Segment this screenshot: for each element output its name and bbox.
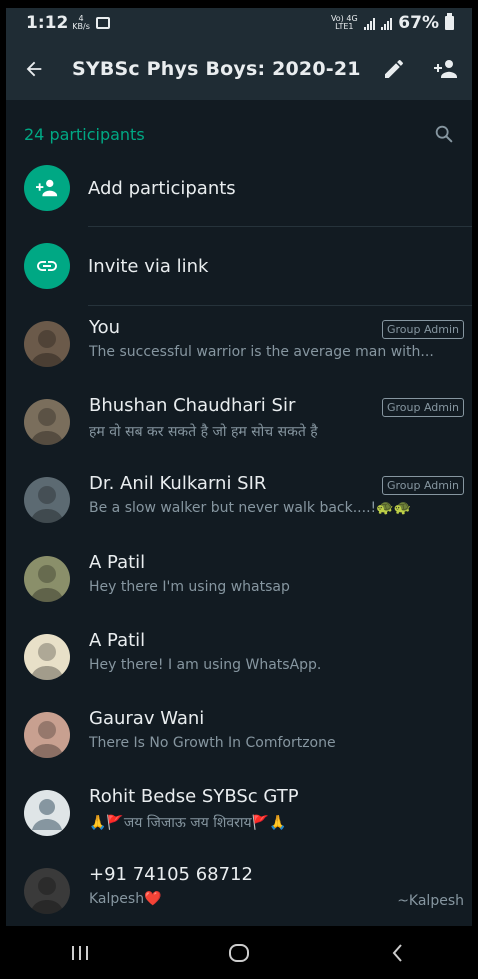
group-admin-badge: Group Admin — [381, 320, 464, 339]
group-info-content: 24 participants Add participants Invite … — [6, 100, 472, 926]
group-admin-badge: Group Admin — [381, 398, 464, 418]
member-status: हम वो सब कर सकते है जो हम सोच सकते है — [89, 424, 318, 441]
add-participants-row[interactable]: Add participants — [6, 152, 472, 224]
add-participants-label: Add participants — [88, 177, 236, 199]
status-bar: 1:12 4 KB/s Vo) 4G LTE1 67% — [6, 8, 472, 38]
avatar[interactable] — [24, 399, 70, 446]
network-type: Vo) 4G LTE1 — [330, 14, 358, 31]
signal-icon-2 — [381, 16, 393, 30]
member-status: The successful warrior is the average ma… — [89, 344, 434, 360]
member-name: Rohit Bedse SYBSc GTP — [89, 786, 299, 808]
right-frame — [472, 0, 478, 979]
avatar[interactable] — [24, 868, 70, 915]
member-pushname: ~Kalpesh — [397, 893, 464, 910]
member-name: Dr. Anil Kulkarni SIR — [89, 473, 267, 495]
battery-percent: 67% — [398, 13, 439, 33]
member-name: A Patil — [89, 551, 146, 573]
group-title[interactable]: SYBSc Phys Boys: 2020-21 — [72, 58, 361, 80]
battery-icon — [445, 13, 454, 30]
participants-header: 24 participants — [6, 116, 472, 152]
top-frame — [0, 0, 478, 8]
search-icon[interactable] — [424, 116, 464, 152]
avatar[interactable] — [24, 633, 70, 680]
member-name: Gaurav Wani — [89, 708, 205, 729]
member-status: Kalpesh❤️ — [89, 891, 162, 908]
member-row[interactable]: Rohit Bedse SYBSc GTP 🙏🚩जय जिजाऊ जय शिवरा… — [6, 777, 472, 855]
member-row[interactable]: You The successful warrior is the average… — [6, 308, 472, 386]
member-row[interactable]: Dr. Anil Kulkarni SIR Be a slow walker bu… — [6, 464, 472, 542]
back-icon[interactable] — [368, 933, 428, 973]
member-row[interactable]: +91 74105 68712 Kalpesh❤️ ~Kalpesh — [6, 855, 472, 926]
link-icon — [24, 243, 70, 289]
member-name: A Patil — [89, 629, 146, 651]
avatar[interactable] — [24, 477, 70, 524]
system-nav-bar — [0, 926, 478, 979]
recent-apps-icon[interactable] — [50, 933, 110, 973]
speed-unit: KB/s — [72, 22, 90, 31]
member-status: 🙏🚩जय जिजाऊ जय शिवराय🚩🙏 — [89, 815, 287, 832]
edit-pencil-icon[interactable] — [368, 38, 420, 100]
invite-link-row[interactable]: Invite via link — [6, 230, 472, 302]
default-avatar-icon[interactable] — [24, 790, 70, 837]
status-time: 1:12 — [26, 13, 69, 33]
network-speed: 4 KB/s — [72, 15, 90, 31]
group-admin-badge: Group Admin — [381, 476, 464, 496]
avatar[interactable] — [24, 712, 70, 758]
member-status: Be a slow walker but never walk back....… — [89, 500, 412, 517]
app-bar: SYBSc Phys Boys: 2020-21 — [6, 38, 472, 100]
member-name: You — [89, 317, 121, 338]
avatar[interactable] — [24, 321, 70, 367]
member-status: Hey there! I am using WhatsApp. — [89, 656, 322, 673]
avatar[interactable] — [24, 555, 70, 602]
member-name: Bhushan Chaudhari Sir — [89, 395, 296, 417]
member-name: +91 74105 68712 — [89, 864, 253, 886]
left-frame — [0, 0, 6, 979]
divider — [88, 226, 472, 227]
member-status: Hey there I'm using whatsap — [89, 578, 290, 595]
participants-count: 24 participants — [24, 124, 145, 144]
member-row[interactable]: Gaurav Wani There Is No Growth In Comfort… — [6, 699, 472, 777]
back-arrow-icon[interactable] — [6, 38, 62, 100]
member-status: There Is No Growth In Comfortzone — [89, 735, 336, 751]
member-row[interactable]: A Patil Hey there I'm using whatsap — [6, 543, 472, 621]
add-participant-icon — [24, 165, 70, 211]
add-person-icon[interactable] — [420, 38, 472, 100]
invite-link-label: Invite via link — [88, 255, 209, 277]
member-row[interactable]: Bhushan Chaudhari Sir हम वो सब कर सकते है… — [6, 386, 472, 464]
image-notification-icon — [95, 17, 110, 29]
home-icon[interactable] — [209, 933, 269, 973]
signal-icon — [364, 16, 376, 30]
divider — [88, 305, 472, 306]
member-row[interactable]: A Patil Hey there! I am using WhatsApp. — [6, 621, 472, 699]
